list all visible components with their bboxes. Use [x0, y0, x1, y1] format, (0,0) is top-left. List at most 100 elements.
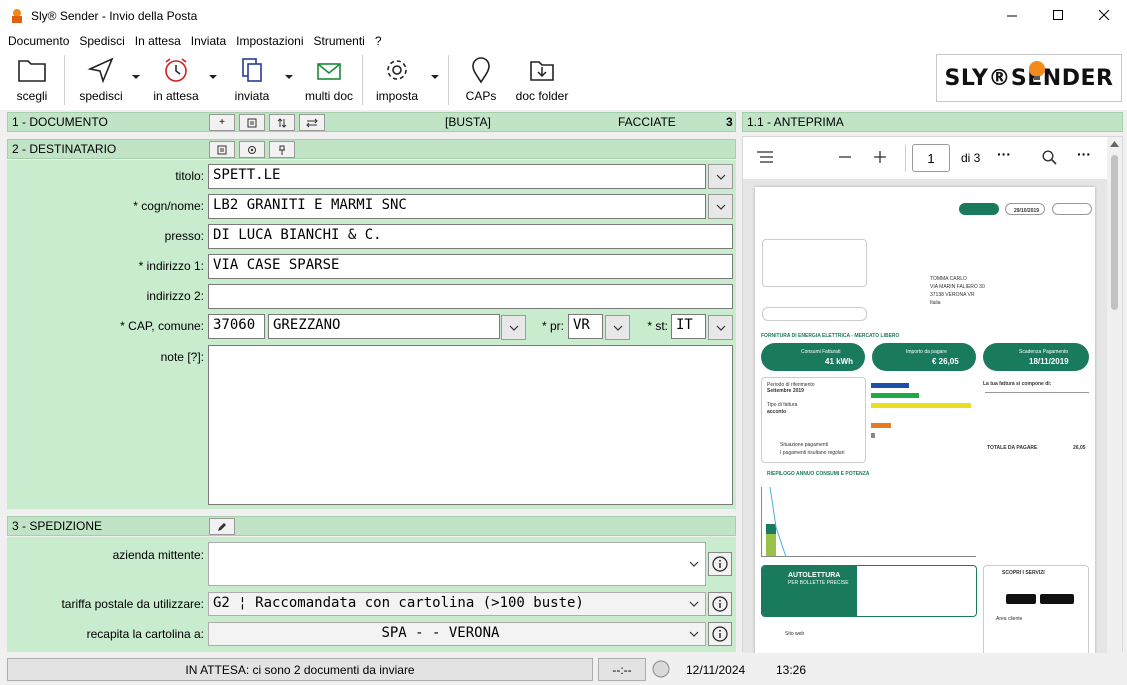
riepilogo-chart [761, 487, 976, 557]
azienda-mittente-select[interactable] [208, 542, 706, 586]
document-list-button[interactable] [239, 114, 265, 131]
address-book-button[interactable] [209, 141, 235, 158]
tariffa-label: tariffa postale da utilizzare: [61, 597, 204, 611]
scroll-up-icon[interactable] [1110, 141, 1119, 147]
menu-spedisci[interactable]: Spedisci [74, 34, 129, 48]
sort-vertical-button[interactable] [269, 114, 295, 131]
importo-pill: Importo da pagare € 26,05 [872, 343, 976, 371]
info-icon [712, 556, 728, 572]
doc-folder-button[interactable]: doc folder [512, 55, 572, 103]
st-field[interactable]: IT [671, 314, 706, 339]
tariffa-info-button[interactable] [708, 592, 732, 616]
info-icon [712, 626, 728, 642]
clock-alarm-icon [165, 58, 187, 82]
cognome-field[interactable]: LB2 GRANITI E MARMI SNC [208, 194, 706, 219]
pin-icon [279, 145, 285, 155]
zoom-in-icon[interactable] [874, 151, 886, 163]
search-icon[interactable] [1042, 150, 1057, 165]
menu-bar: Documento Spedisci In attesa Inviata Imp… [0, 31, 1127, 51]
menu-help[interactable]: ? [370, 34, 387, 48]
pdf-more-tools-icon[interactable]: ··· [997, 146, 1011, 162]
menu-documento[interactable]: Documento [3, 34, 74, 48]
status-date: 12/11/2024 [686, 663, 746, 677]
menu-in-attesa[interactable]: In attesa [130, 34, 186, 48]
recapita-select[interactable]: SPA - - VERONA [208, 622, 706, 646]
servizi-box: SCOPRI I SERVIZI Area cliente [983, 565, 1089, 653]
scegli-button[interactable]: scegli [12, 55, 52, 103]
in-attesa-button[interactable]: in attesa [150, 55, 202, 103]
presso-label: presso: [164, 229, 204, 243]
cognome-dropdown[interactable] [708, 194, 733, 219]
scroll-thumb[interactable] [1111, 155, 1118, 310]
header-date: 29/10/2019 [1014, 208, 1040, 214]
pdf-toolbar-divider [905, 145, 906, 171]
pill-date: 29/10/2019 [1005, 203, 1045, 215]
menu-impostazioni[interactable]: Impostazioni [231, 34, 308, 48]
toolbar-separator [64, 55, 65, 105]
app-store-badge [1006, 594, 1036, 604]
st-dropdown[interactable] [708, 315, 733, 340]
titolo-dropdown[interactable] [708, 164, 733, 189]
inviata-dropdown-icon[interactable] [284, 72, 294, 82]
area-cliente-label: Area cliente [996, 616, 1023, 622]
arrows-horizontal-icon [306, 118, 318, 127]
inviata-label: inviata [234, 89, 270, 103]
spedisci-label: spedisci [79, 89, 123, 103]
anteprima-header: 1.1 - ANTEPRIMA [747, 115, 844, 129]
pin-recipient-button[interactable] [269, 141, 295, 158]
azienda-info-button[interactable] [708, 552, 732, 576]
menu-inviata[interactable]: Inviata [186, 34, 231, 48]
doc-folder-label: doc folder [515, 89, 569, 103]
edit-spedizione-button[interactable] [209, 518, 235, 535]
in-attesa-dropdown-icon[interactable] [208, 72, 218, 82]
spedisci-dropdown-icon[interactable] [131, 72, 141, 82]
cap-field[interactable]: 37060 [208, 314, 265, 339]
sly-sender-logo: SLY®SENDER [936, 54, 1122, 102]
chart-power-line [769, 487, 787, 557]
pr-dropdown[interactable] [605, 315, 630, 340]
pdf-toolbar: 1 di 3 ··· ··· [743, 137, 1124, 179]
tariffa-select[interactable]: G2 ¦ Raccomandata con cartolina (>100 bu… [208, 592, 706, 616]
note-textarea[interactable] [208, 345, 733, 505]
pr-field[interactable]: VR [568, 314, 603, 339]
bar-1 [871, 383, 909, 388]
view-recipient-button[interactable] [239, 141, 265, 158]
pdf-preview: 1 di 3 ··· ··· 29/10/2019 TOMMA CARLO VI… [742, 136, 1124, 653]
maximize-button[interactable] [1035, 0, 1081, 31]
scadenza-label: Scadenza Pagamento [1019, 349, 1069, 355]
presso-field[interactable]: DI LUCA BIANCHI & C. [208, 224, 733, 249]
in-attesa-label: in attesa [153, 89, 199, 103]
recapita-info-button[interactable] [708, 622, 732, 646]
indirizzo2-field[interactable] [208, 284, 733, 309]
inviata-button[interactable]: inviata [230, 55, 274, 103]
indirizzo1-field[interactable]: VIA CASE SPARSE [208, 254, 733, 279]
periodo-box: Periodo di riferimento Settembre 2019 Ti… [761, 377, 866, 463]
titolo-field[interactable]: SPETT.LE [208, 164, 706, 189]
arrows-vertical-icon [277, 117, 287, 128]
outline-icon[interactable] [757, 151, 773, 163]
map-pin-icon [472, 57, 490, 84]
pill-numero-fattura [1052, 203, 1092, 215]
add-document-button[interactable]: + [209, 114, 235, 131]
pdf-menu-icon[interactable]: ··· [1077, 146, 1091, 162]
menu-strumenti[interactable]: Strumenti [309, 34, 370, 48]
comune-dropdown[interactable] [501, 315, 526, 340]
swap-horizontal-button[interactable] [299, 114, 325, 131]
zoom-out-icon[interactable] [839, 151, 851, 163]
page-number-input[interactable]: 1 [912, 144, 950, 172]
status-indicator-icon [652, 660, 670, 678]
preview-scrollbar[interactable] [1107, 137, 1122, 653]
imposta-dropdown-icon[interactable] [430, 72, 440, 82]
spedisci-button[interactable]: spedisci [76, 55, 126, 103]
consumi-label: Consumi Fatturati [801, 349, 841, 355]
tipo-label: Tipo di fattura [767, 402, 798, 408]
close-button[interactable] [1081, 0, 1127, 31]
close-icon [1098, 10, 1109, 21]
imposta-button[interactable]: imposta [374, 55, 420, 103]
multi-doc-button[interactable]: multi doc [302, 55, 356, 103]
comune-field[interactable]: GREZZANO [268, 314, 500, 339]
folder-icon [18, 60, 46, 82]
sito-web-label: Sito web [785, 631, 805, 637]
caps-button[interactable]: CAPs [462, 55, 500, 103]
minimize-button[interactable] [989, 0, 1035, 31]
